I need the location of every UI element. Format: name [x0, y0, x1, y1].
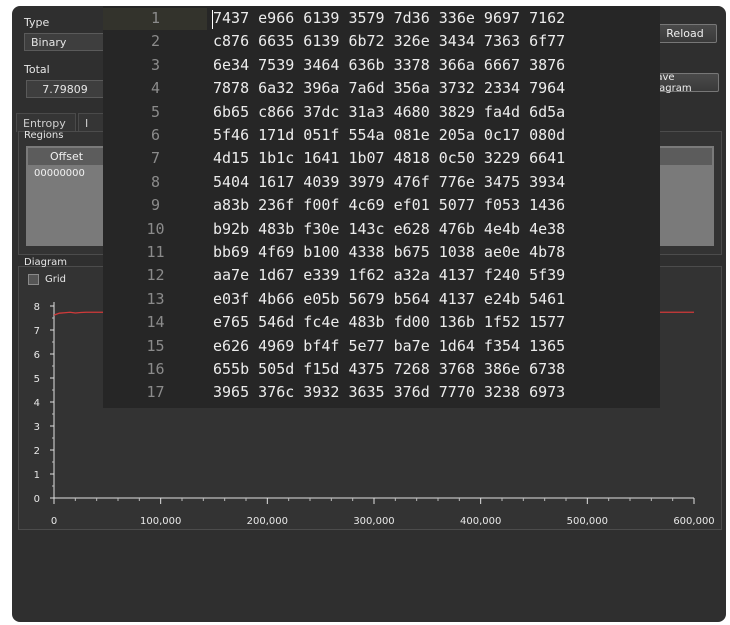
x-tick-label: 300,000 — [353, 516, 394, 526]
line-number: 9 — [150, 196, 161, 215]
hex-line[interactable]: aa7e 1d67 e339 1f62 a32a 4137 f240 5f39 — [213, 266, 565, 284]
line-number: 13 — [146, 289, 165, 308]
y-tick-label: 2 — [34, 446, 40, 457]
line-number: 10 — [146, 219, 165, 238]
line-number: 7 — [150, 149, 161, 168]
x-tick-label: 400,000 — [460, 516, 501, 526]
total-value-field: 7.79809 — [26, 80, 104, 98]
app-window: Type Binary Total 7.79809 Reload Save di… — [12, 6, 726, 622]
reload-button[interactable]: Reload — [653, 24, 717, 43]
offset-column-header[interactable]: Offset — [28, 150, 83, 163]
grid-checkbox[interactable] — [28, 274, 39, 285]
hex-line[interactable]: 5404 1617 4039 3979 476f 776e 3475 3934 — [213, 173, 565, 191]
hex-line[interactable]: c876 6635 6139 6b72 326e 3434 7363 6f77 — [213, 32, 565, 50]
hex-line[interactable]: 6e34 7539 3464 636b 3378 366a 6667 3876 — [213, 56, 565, 74]
grid-label: Grid — [45, 274, 66, 285]
hex-line[interactable]: 655b 505d f15d 4375 7268 3768 386e 6738 — [213, 360, 565, 378]
tab-second[interactable]: I — [78, 113, 106, 132]
y-tick-label: 4 — [34, 398, 40, 409]
hex-line[interactable]: b92b 483b f30e 143c e628 476b 4e4b 4e38 — [213, 220, 565, 238]
hex-line[interactable]: e626 4969 bf4f 5e77 ba7e 1d64 f354 1365 — [213, 337, 565, 355]
x-tick-label: 500,000 — [567, 516, 608, 526]
hex-line[interactable]: a83b 236f f00f 4c69 ef01 5077 f053 1436 — [213, 196, 565, 214]
line-number: 16 — [146, 360, 165, 378]
y-tick-label: 0 — [34, 494, 40, 505]
line-number: 14 — [146, 313, 165, 332]
x-tick-label: 200,000 — [247, 516, 288, 526]
x-tick-label: 0 — [51, 516, 57, 526]
x-tick-label: 100,000 — [140, 516, 181, 526]
y-tick-label: 3 — [34, 422, 40, 433]
line-number: 15 — [146, 336, 165, 355]
diagram-label: Diagram — [24, 257, 67, 268]
line-number: 3 — [150, 55, 161, 74]
y-tick-label: 5 — [34, 374, 40, 385]
line-number: 8 — [150, 172, 161, 191]
hex-line[interactable]: 7437 e966 6139 3579 7d36 336e 9697 7162 — [213, 9, 565, 27]
hex-line[interactable]: 6b65 c866 37dc 31a3 4680 3829 fa4d 6d5a — [213, 103, 565, 121]
line-number: 17 — [146, 383, 165, 402]
y-tick-label: 7 — [34, 326, 40, 337]
hex-line[interactable]: 7878 6a32 396a 7a6d 356a 3732 2334 7964 — [213, 79, 565, 97]
x-tick-label: 600,000 — [673, 516, 714, 526]
type-select[interactable]: Binary — [24, 33, 104, 51]
y-tick-label: 1 — [34, 470, 40, 481]
type-label: Type — [24, 16, 50, 29]
hex-line[interactable]: e765 546d fc4e 483b fd00 136b 1f52 1577 — [213, 313, 565, 331]
hex-line[interactable]: 4d15 1b1c 1641 1b07 4818 0c50 3229 6641 — [213, 149, 565, 167]
hex-line[interactable]: 3965 376c 3932 3635 376d 7770 3238 6973 — [213, 383, 565, 401]
line-number: 5 — [150, 102, 161, 121]
line-number: 11 — [146, 243, 165, 261]
line-number: 6 — [150, 126, 161, 144]
y-tick-label: 6 — [34, 350, 40, 361]
line-number: 12 — [146, 266, 165, 285]
y-tick-label: 8 — [34, 302, 40, 313]
line-number: 1 — [150, 9, 161, 27]
total-label: Total — [24, 63, 50, 76]
line-number: 4 — [150, 79, 161, 98]
hex-line[interactable]: e03f 4b66 e05b 5679 b564 4137 e24b 5461 — [213, 290, 565, 308]
table-row[interactable]: 00000000 — [34, 168, 85, 179]
regions-label: Regions — [24, 130, 64, 141]
line-number: 2 — [150, 32, 161, 51]
hex-line[interactable]: bb69 4f69 b100 4338 b675 1038 ae0e 4b78 — [213, 243, 565, 261]
hex-editor-overlay[interactable]: 1 7437 e966 6139 3579 7d36 336e 9697 7162… — [103, 6, 660, 408]
hex-line[interactable]: 5f46 171d 051f 554a 081e 205a 0c17 080d — [213, 126, 565, 144]
